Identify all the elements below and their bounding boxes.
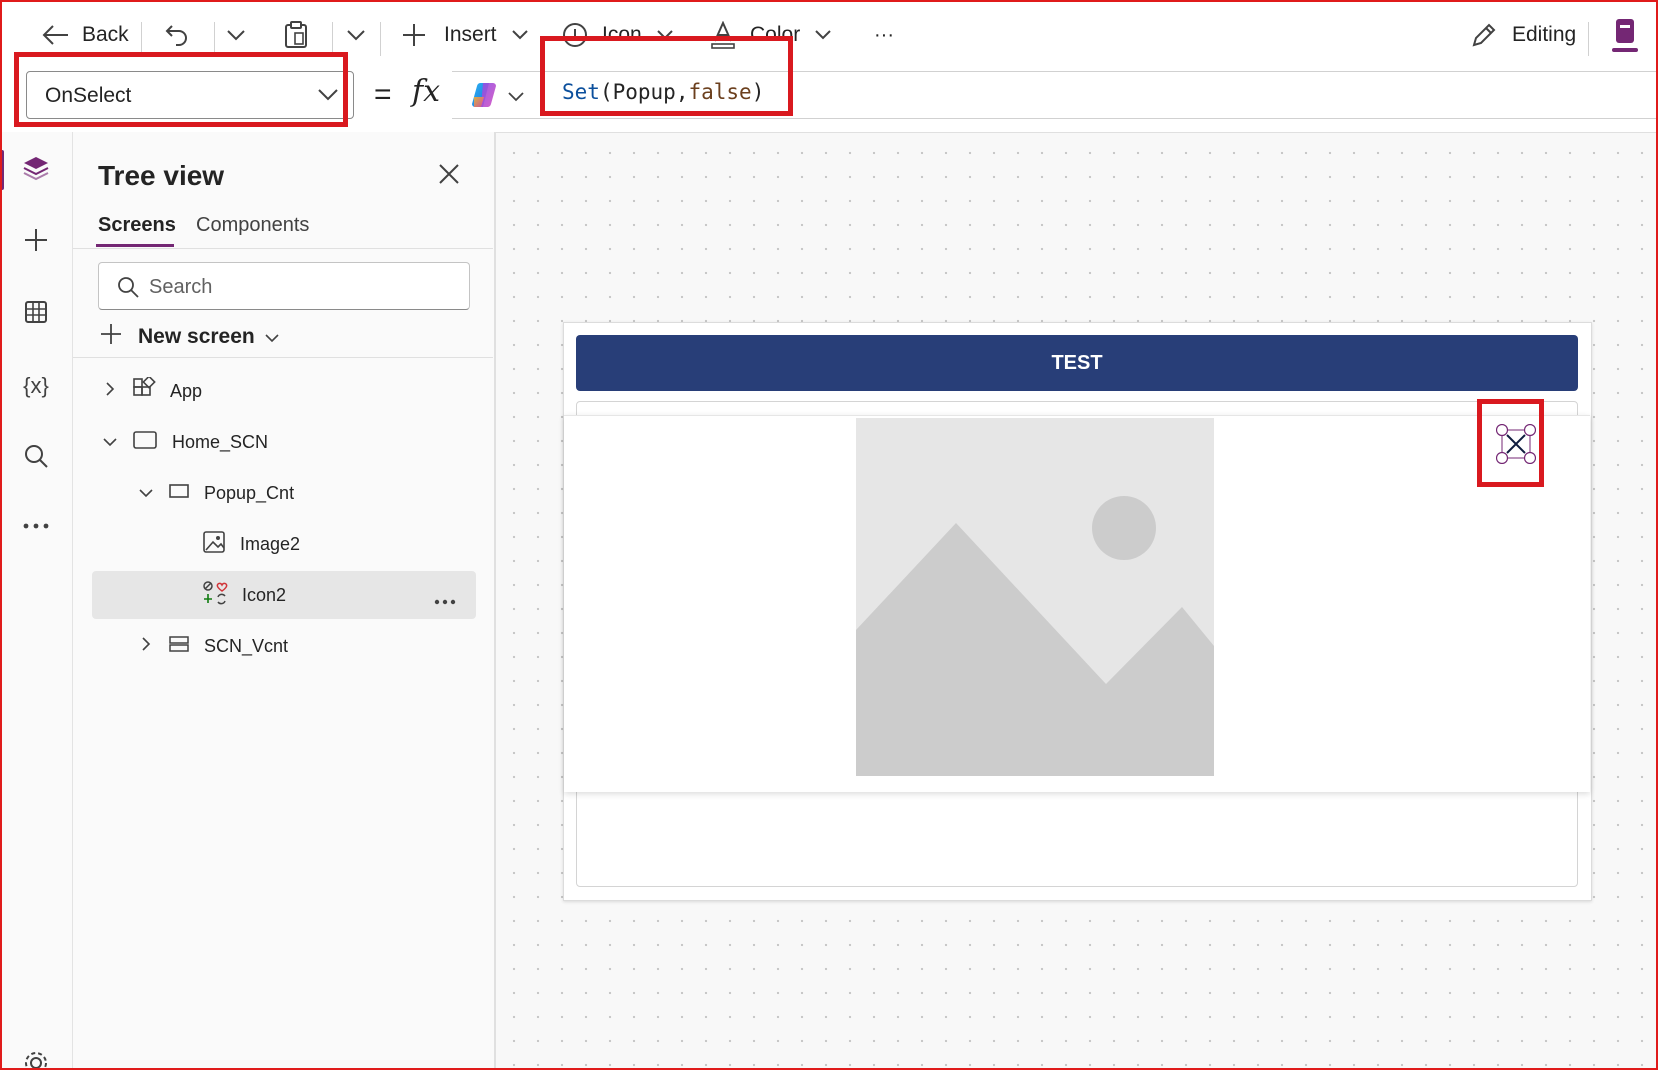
equals-sign: = bbox=[374, 78, 392, 111]
container-icon bbox=[168, 482, 190, 505]
tab-components[interactable]: Components bbox=[196, 214, 309, 237]
header-bar[interactable]: TEST bbox=[576, 335, 1578, 391]
chevron-right-icon bbox=[104, 381, 116, 402]
more-rail-button[interactable] bbox=[14, 504, 58, 548]
tree-node-label: Image2 bbox=[240, 533, 301, 554]
more-commands-button[interactable]: ··· bbox=[874, 18, 894, 52]
undo-dropdown-button[interactable] bbox=[226, 18, 246, 52]
tree-view-button[interactable] bbox=[14, 148, 58, 192]
settings-button[interactable] bbox=[14, 1050, 58, 1070]
highlight-box bbox=[14, 52, 348, 127]
more-options-button[interactable] bbox=[434, 592, 456, 610]
notebook-icon bbox=[1610, 17, 1638, 53]
editing-label: Editing bbox=[1512, 23, 1577, 46]
back-button[interactable]: Back bbox=[40, 18, 129, 52]
app-icon bbox=[132, 374, 156, 406]
clipboard-icon bbox=[284, 21, 308, 49]
header-title: TEST bbox=[1051, 351, 1103, 374]
paste-button[interactable] bbox=[284, 18, 308, 52]
gear-icon bbox=[23, 1050, 49, 1070]
variable-icon: {x} bbox=[23, 373, 49, 398]
divider bbox=[1588, 22, 1589, 56]
copilot-icon bbox=[470, 80, 500, 115]
more-horizontal-icon bbox=[23, 517, 49, 535]
panel-title: Tree view bbox=[98, 160, 225, 191]
variables-button[interactable]: {x} bbox=[14, 364, 58, 408]
back-label: Back bbox=[82, 23, 129, 46]
divider bbox=[73, 248, 493, 249]
icons-control-icon bbox=[202, 580, 228, 611]
tab-screens[interactable]: Screens bbox=[98, 214, 176, 237]
paste-dropdown-button[interactable] bbox=[346, 18, 366, 52]
search-icon bbox=[23, 443, 49, 474]
image-icon bbox=[202, 530, 226, 559]
tree-node-popup-cnt[interactable]: Popup_Cnt bbox=[138, 470, 294, 516]
chevron-down-icon bbox=[814, 29, 832, 41]
new-screen-button[interactable]: New screen bbox=[100, 320, 279, 354]
tree-node-label: Popup_Cnt bbox=[204, 482, 295, 503]
tree-node-app[interactable]: App bbox=[104, 368, 202, 414]
plus-icon bbox=[402, 23, 426, 47]
layers-icon bbox=[22, 155, 50, 186]
search-placeholder: Search bbox=[149, 276, 213, 298]
fx-icon: fx bbox=[412, 74, 441, 109]
highlight-box bbox=[1477, 399, 1544, 487]
plus-icon bbox=[23, 227, 49, 258]
active-indicator bbox=[0, 150, 4, 190]
tree-node-icon2[interactable]: Icon2 bbox=[202, 572, 286, 618]
screen-icon bbox=[132, 430, 158, 455]
divider bbox=[214, 22, 215, 56]
chevron-down-icon bbox=[346, 28, 366, 42]
chevron-down-icon bbox=[265, 325, 279, 349]
chevron-right-icon bbox=[140, 636, 152, 657]
search-rail-button[interactable] bbox=[14, 436, 58, 480]
arrow-left-icon bbox=[40, 23, 70, 47]
undo-button[interactable] bbox=[164, 18, 190, 52]
editing-mode-button[interactable]: Editing bbox=[1470, 18, 1576, 52]
tree-node-label: App bbox=[170, 380, 203, 401]
chevron-down-icon bbox=[226, 28, 246, 42]
chevron-down-icon bbox=[102, 432, 118, 453]
divider bbox=[380, 22, 381, 56]
close-icon bbox=[438, 164, 460, 189]
undo-icon bbox=[164, 22, 190, 48]
tree-node-label: Icon2 bbox=[242, 584, 287, 605]
tree-node-label: Home_SCN bbox=[172, 431, 269, 452]
data-button[interactable] bbox=[14, 292, 58, 336]
app-checker-button[interactable] bbox=[1610, 18, 1638, 52]
tree-search-input[interactable]: Search bbox=[98, 262, 470, 310]
plus-icon bbox=[100, 323, 122, 351]
chevron-down-icon bbox=[511, 29, 529, 41]
left-rail bbox=[0, 132, 73, 1070]
more-label: ··· bbox=[874, 23, 894, 46]
more-horizontal-icon bbox=[434, 592, 456, 609]
tree-node-home-scn[interactable]: Home_SCN bbox=[102, 419, 268, 465]
chevron-down-icon bbox=[508, 89, 524, 107]
table-icon bbox=[23, 299, 49, 330]
divider bbox=[332, 22, 333, 56]
vertical-container-icon bbox=[168, 635, 190, 658]
insert-button[interactable]: Insert bbox=[402, 18, 529, 52]
tree-node-label: SCN_Vcnt bbox=[204, 635, 289, 656]
highlight-box bbox=[540, 36, 793, 116]
chevron-down-icon bbox=[138, 483, 154, 504]
divider bbox=[141, 22, 142, 56]
tree-node-image2[interactable]: Image2 bbox=[202, 521, 300, 567]
tree-node-scn-vcnt[interactable]: SCN_Vcnt bbox=[140, 623, 288, 669]
copilot-button[interactable] bbox=[470, 80, 524, 115]
insert-label: Insert bbox=[444, 23, 497, 46]
close-panel-button[interactable] bbox=[438, 163, 460, 190]
active-tab-indicator bbox=[96, 244, 174, 247]
image-placeholder[interactable] bbox=[856, 418, 1214, 776]
divider bbox=[73, 357, 493, 358]
new-screen-label: New screen bbox=[138, 325, 255, 348]
pencil-icon bbox=[1470, 21, 1498, 49]
insert-rail-button[interactable] bbox=[14, 220, 58, 264]
